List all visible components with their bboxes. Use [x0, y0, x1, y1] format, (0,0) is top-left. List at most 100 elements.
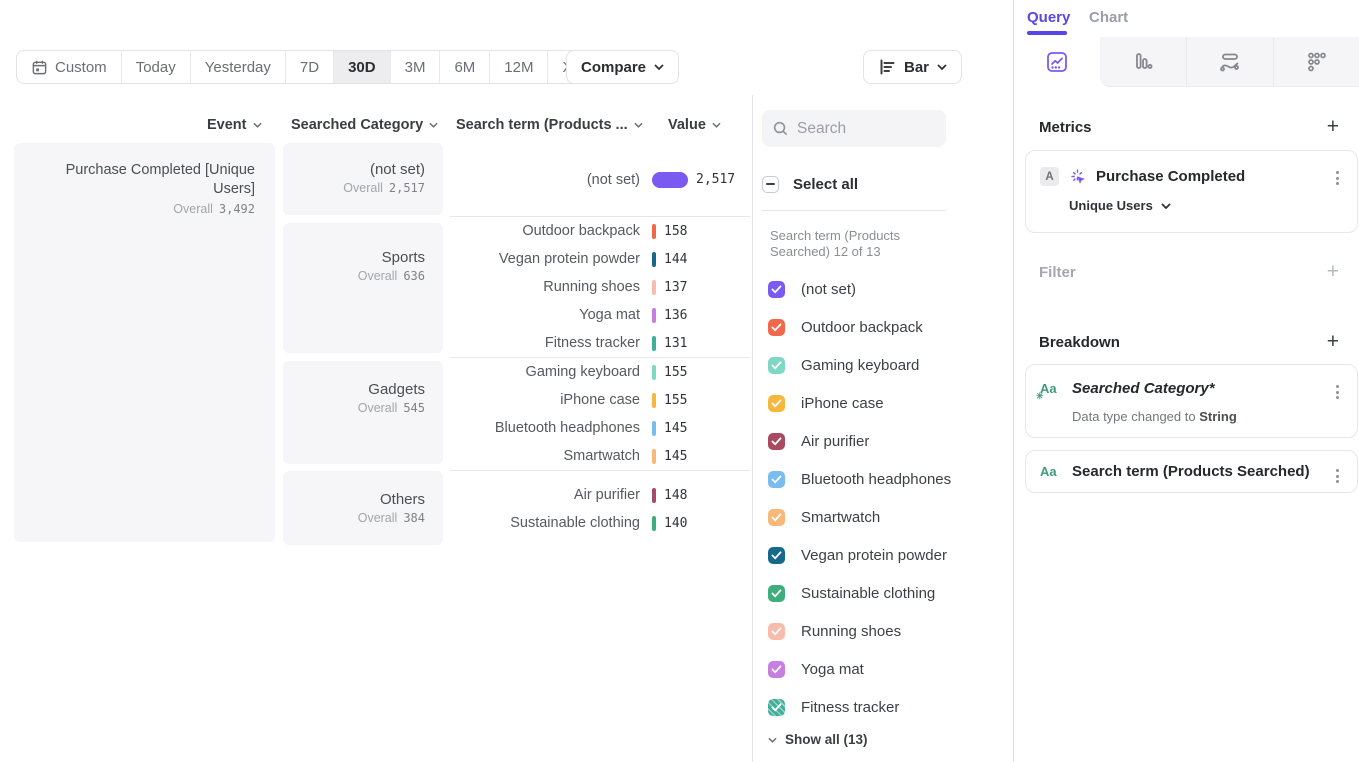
date-range-3m[interactable]: 3M [391, 51, 441, 83]
date-range-today[interactable]: Today [122, 51, 191, 83]
measure-select[interactable]: Unique Users [1069, 198, 1343, 213]
term-label: Air purifier [450, 487, 640, 503]
legend-item[interactable]: Smartwatch [768, 498, 998, 536]
term-row[interactable]: Bluetooth headphones 145 [450, 414, 750, 442]
tab-flows[interactable] [1186, 37, 1273, 87]
term-row[interactable]: Outdoor backpack 158 [450, 217, 750, 245]
bar-segment[interactable] [652, 488, 656, 503]
term-row[interactable]: (not set) 2,517 [450, 166, 750, 194]
category-cell-sports[interactable]: Sports Overall636 [283, 223, 443, 353]
bar-segment[interactable] [652, 421, 656, 436]
tab-retention[interactable] [1273, 37, 1359, 87]
event-name: Purchase Completed [Unique Users] [30, 161, 255, 199]
checkbox-indeterminate-icon[interactable] [762, 176, 779, 193]
legend-item-label: Bluetooth headphones [801, 471, 951, 488]
event-cell[interactable]: Purchase Completed [Unique Users] Overal… [14, 143, 275, 542]
checkbox-checked-icon[interactable] [768, 395, 785, 412]
checkbox-checked-icon[interactable] [768, 281, 785, 298]
date-range-label: 30D [348, 59, 376, 76]
checkbox-checked-icon[interactable] [768, 585, 785, 602]
date-range-12m[interactable]: 12M [490, 51, 548, 83]
column-header-category[interactable]: Searched Category [291, 117, 438, 133]
term-row[interactable]: Running shoes 137 [450, 273, 750, 301]
legend-item[interactable]: Outdoor backpack [768, 308, 998, 346]
bar-segment[interactable] [652, 308, 656, 323]
date-range-30d-selected[interactable]: 30D [334, 51, 391, 83]
category-cell-not-set[interactable]: (not set) Overall2,517 [283, 143, 443, 215]
checkbox-checked-icon[interactable] [768, 623, 785, 640]
legend-item[interactable]: Yoga mat [768, 650, 998, 688]
term-row[interactable]: Smartwatch 145 [450, 442, 750, 470]
date-range-7d[interactable]: 7D [286, 51, 334, 83]
compare-button[interactable]: Compare [566, 50, 679, 84]
breakdown-card-search-term[interactable]: Aa Search term (Products Searched) [1025, 450, 1358, 493]
legend-item[interactable]: Gaming keyboard [768, 346, 998, 384]
bar-segment[interactable] [652, 252, 656, 267]
legend-search[interactable] [762, 110, 946, 147]
legend-item[interactable]: Sustainable clothing [768, 574, 998, 612]
category-name: Sports [295, 249, 425, 266]
term-group-others: Air purifier 148 Sustainable clothing 14… [450, 470, 750, 547]
search-input[interactable] [797, 120, 927, 138]
bar-segment[interactable] [652, 393, 656, 408]
note-bold: String [1199, 409, 1237, 424]
legend-item[interactable]: Air purifier [768, 422, 998, 460]
term-row[interactable]: Air purifier 148 [450, 481, 750, 509]
tab-query[interactable]: Query [1027, 9, 1070, 26]
term-row[interactable]: iPhone case 155 [450, 386, 750, 414]
legend-item-label: Gaming keyboard [801, 357, 919, 374]
bar-segment[interactable] [652, 172, 688, 188]
tab-insights[interactable] [1014, 37, 1100, 87]
category-cell-others[interactable]: Others Overall384 [283, 471, 443, 545]
column-header-search-term[interactable]: Search term (Products ... [456, 117, 643, 133]
checkbox-checked-icon[interactable] [768, 319, 785, 336]
term-label: (not set) [450, 172, 640, 188]
tab-chart[interactable]: Chart [1089, 9, 1128, 26]
kebab-menu-icon[interactable] [1332, 381, 1343, 403]
date-range-custom[interactable]: Custom [17, 51, 122, 83]
add-filter-icon[interactable]: + [1327, 261, 1339, 282]
column-header-value[interactable]: Value [668, 117, 721, 133]
term-row[interactable]: Gaming keyboard 155 [450, 358, 750, 386]
term-row[interactable]: Sustainable clothing 140 [450, 509, 750, 537]
bar-segment[interactable] [652, 516, 656, 531]
checkbox-checked-icon[interactable] [768, 661, 785, 678]
show-all-link[interactable]: Show all (13) [768, 732, 868, 747]
checkbox-checked-icon[interactable] [768, 699, 785, 716]
add-metric-icon[interactable]: + [1327, 116, 1339, 137]
add-breakdown-icon[interactable]: + [1327, 331, 1339, 352]
term-row[interactable]: Fitness tracker 131 [450, 329, 750, 357]
kebab-menu-icon[interactable] [1332, 465, 1343, 487]
term-row[interactable]: Vegan protein powder 144 [450, 245, 750, 273]
checkbox-checked-icon[interactable] [768, 433, 785, 450]
legend-item[interactable]: Bluetooth headphones [768, 460, 998, 498]
modified-asterisk-icon: ✳ [1036, 391, 1044, 402]
legend-item[interactable]: Running shoes [768, 612, 998, 650]
date-range-yesterday[interactable]: Yesterday [191, 51, 286, 83]
breakdown-card-searched-category[interactable]: Aa✳ Searched Category* Data type changed… [1025, 364, 1358, 438]
bar-segment[interactable] [652, 336, 656, 351]
tab-funnels[interactable] [1100, 37, 1186, 87]
term-row[interactable]: Yoga mat 136 [450, 301, 750, 329]
insights-app: Custom Today Yesterday 7D 30D 3M 6M 12M … [0, 0, 1359, 762]
bar-segment[interactable] [652, 224, 656, 239]
bar-segment[interactable] [652, 365, 656, 380]
checkbox-checked-icon[interactable] [768, 471, 785, 488]
date-range-6m[interactable]: 6M [440, 51, 490, 83]
checkbox-checked-icon[interactable] [768, 547, 785, 564]
bar-segment[interactable] [652, 449, 656, 464]
legend-item[interactable]: Vegan protein powder [768, 536, 998, 574]
checkbox-checked-icon[interactable] [768, 357, 785, 374]
column-header-event[interactable]: Event [207, 117, 262, 133]
legend-item[interactable]: (not set) [768, 270, 998, 308]
category-cell-gadgets[interactable]: Gadgets Overall545 [283, 361, 443, 464]
kebab-menu-icon[interactable] [1332, 167, 1343, 189]
metric-card[interactable]: A Purchase Completed Unique Users [1025, 150, 1358, 233]
chart-type-select[interactable]: Bar [863, 50, 962, 84]
checkbox-checked-icon[interactable] [768, 509, 785, 526]
bar-segment[interactable] [652, 280, 656, 295]
select-all-row[interactable]: Select all [762, 173, 946, 195]
legend-item[interactable]: Fitness tracker [768, 688, 998, 726]
legend-item[interactable]: iPhone case [768, 384, 998, 422]
term-value: 137 [664, 280, 687, 295]
